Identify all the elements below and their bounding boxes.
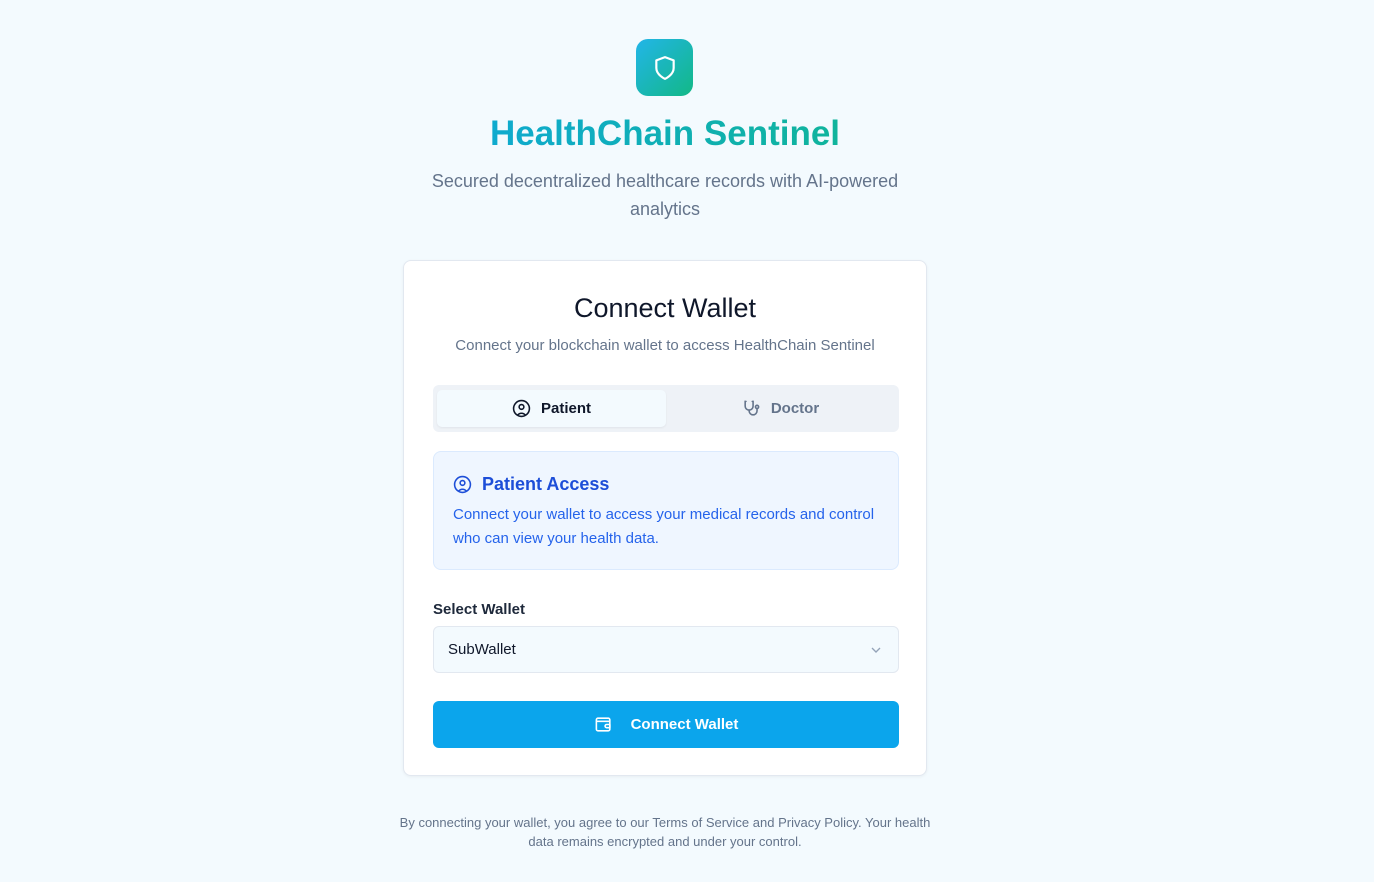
info-text: Connect your wallet to access your medic… [453, 506, 875, 547]
tab-label: Patient [540, 400, 591, 417]
card-title: Connect Wallet [573, 293, 757, 323]
role-tabs: Patient Doctor [433, 385, 899, 432]
wallet-icon [595, 717, 611, 732]
connect-wallet-button[interactable]: Connect Wallet [433, 701, 899, 748]
connect-wallet-label: Connect Wallet [630, 716, 739, 733]
user-circle-icon [453, 475, 472, 494]
footer-disclaimer: By connecting your wallet, you agree to … [399, 815, 931, 849]
tab-label: Doctor [770, 400, 820, 417]
app-logo [636, 39, 693, 96]
card-description: Connect your blockchain wallet to access… [455, 337, 875, 354]
shield-icon [654, 55, 675, 80]
chevron-down-icon [871, 647, 881, 653]
stethoscope-icon [744, 400, 760, 416]
wallet-select-label: Select Wallet [433, 601, 525, 618]
tab-doctor[interactable]: Doctor [666, 390, 895, 427]
wallet-select-value: SubWallet [448, 641, 516, 658]
connect-wallet-card: Connect Wallet Connect your blockchain w… [403, 260, 927, 776]
patient-access-info: Patient Access Connect your wallet to ac… [433, 451, 899, 570]
user-circle-icon [512, 399, 531, 418]
info-title: Patient Access [482, 474, 610, 494]
app-title: HealthChain Sentinel [303, 114, 1027, 154]
wallet-select[interactable]: SubWallet [433, 626, 899, 673]
tab-patient[interactable]: Patient [437, 390, 666, 427]
app-subtitle: Secured decentralized healthcare records… [431, 171, 899, 219]
